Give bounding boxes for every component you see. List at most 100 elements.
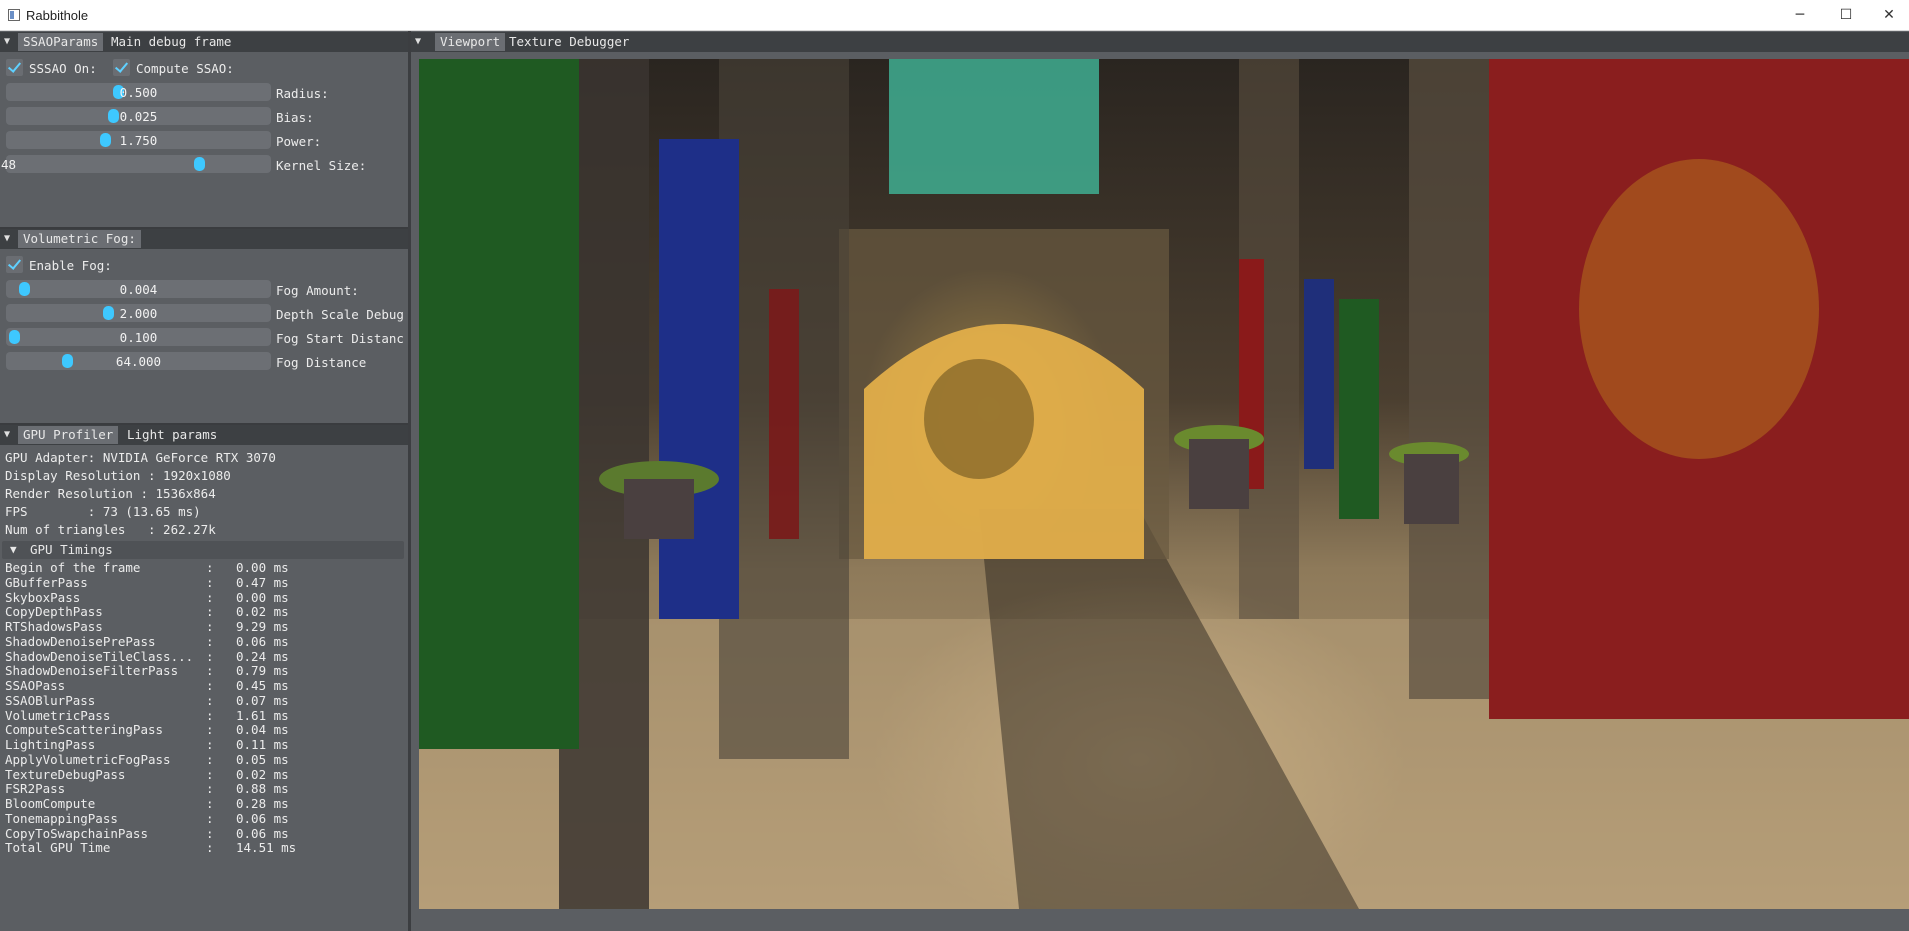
timing-value: 0.02 ms	[236, 604, 289, 620]
collapse-triangle-icon[interactable]: ▼	[4, 229, 16, 249]
bias-slider[interactable]: 0.025	[6, 107, 271, 125]
tab-main-debug-frame[interactable]: Main debug frame	[106, 33, 236, 51]
fog-amount-row: 0.004 Fog Amount:	[0, 280, 408, 300]
volumetric-fog-panel: ▼ Volumetric Fog: Enable Fog: 0.004 Fog …	[0, 229, 408, 423]
timing-value: 0.04 ms	[236, 722, 289, 738]
timing-name: VolumetricPass	[5, 707, 111, 723]
depth-scale-row: 2.000 Depth Scale Debug	[0, 304, 408, 324]
bias-label: Bias:	[276, 110, 314, 125]
timing-name: GBufferPass	[5, 574, 88, 590]
kernel-size-slider[interactable]: 48	[1, 155, 271, 173]
slider-value: 0.025	[119, 109, 158, 124]
timing-value: 0.28 ms	[236, 796, 289, 811]
timing-colon: :	[206, 751, 214, 767]
timing-colon: :	[206, 825, 214, 841]
fog-amount-slider[interactable]: 0.004	[6, 280, 271, 298]
tab-viewport[interactable]: Viewport	[435, 33, 506, 51]
depth-scale-slider[interactable]: 2.000	[6, 304, 271, 322]
render-viewport[interactable]	[419, 59, 1909, 909]
timing-value: 0.06 ms	[236, 825, 289, 841]
slider-value: 2.000	[119, 306, 158, 321]
timing-value: 0.05 ms	[236, 751, 289, 767]
slider-value: 1.750	[119, 133, 158, 148]
timing-value: 0.06 ms	[236, 633, 289, 649]
fog-start-row: 0.100 Fog Start Distanc	[0, 328, 408, 348]
minimize-icon: ─	[1795, 7, 1805, 23]
timing-colon: :	[206, 796, 214, 811]
timing-name: TextureDebugPass	[5, 766, 126, 782]
timing-colon: :	[206, 619, 214, 634]
slider-grab[interactable]	[194, 157, 205, 171]
fog-distance-label: Fog Distance	[276, 355, 367, 370]
timing-value: 0.88 ms	[236, 781, 289, 797]
timing-colon: :	[206, 589, 214, 605]
compute-ssao-checkbox[interactable]	[113, 59, 130, 76]
enable-fog-checkbox[interactable]	[6, 256, 23, 273]
maximize-button[interactable]: ☐	[1823, 0, 1869, 30]
timing-name: ApplyVolumetricFogPass	[5, 751, 171, 767]
collapse-triangle-icon[interactable]: ▼	[4, 32, 16, 52]
radius-slider[interactable]: 0.500	[6, 83, 271, 101]
power-label: Power:	[276, 134, 322, 149]
sssao-on-checkbox[interactable]	[6, 59, 23, 76]
bias-row: 0.025 Bias:	[0, 107, 408, 127]
tab-volumetric-fog[interactable]: Volumetric Fog:	[18, 230, 141, 248]
ssao-toggle-row: SSSAO On: Compute SSAO:	[0, 58, 408, 78]
timing-value: 0.11 ms	[236, 737, 289, 752]
minimize-button[interactable]: ─	[1777, 0, 1823, 30]
title-bar: Rabbithole ─ ☐ ✕	[0, 0, 1909, 31]
kernel-size-row: 48 Kernel Size:	[0, 155, 408, 175]
viewport-panel: ▼ Viewport Texture Debugger	[411, 31, 1909, 931]
triangle-count-text: Num of triangles : 262.27k	[5, 522, 216, 537]
fog-distance-slider[interactable]: 64.000	[6, 352, 271, 370]
gpu-timings-header[interactable]: ▼ GPU Timings	[2, 541, 404, 559]
tab-light-params[interactable]: Light params	[122, 426, 222, 444]
radius-label: Radius:	[276, 86, 329, 101]
compute-ssao-label: Compute SSAO:	[136, 61, 234, 76]
timing-colon: :	[206, 737, 214, 752]
depth-scale-label: Depth Scale Debug	[276, 307, 404, 322]
timing-colon: :	[206, 722, 214, 738]
timing-name: Begin of the frame	[5, 560, 141, 575]
timing-colon: :	[206, 678, 214, 693]
fog-start-slider[interactable]: 0.100	[6, 328, 271, 346]
collapse-triangle-icon[interactable]: ▼	[415, 32, 427, 52]
timing-name: FSR2Pass	[5, 781, 66, 797]
timing-name: ShadowDenoisePrePass	[5, 633, 156, 649]
gpu-profiler-panel: ▼ GPU Profiler Light params GPU Adapter:…	[0, 425, 408, 931]
timing-name: ShadowDenoiseTileClass...	[5, 648, 194, 664]
slider-value: 0.004	[119, 282, 158, 297]
timing-name: SSAOPass	[5, 678, 66, 693]
radius-row: 0.500 Radius:	[0, 83, 408, 103]
slider-value: 64.000	[115, 354, 162, 369]
sssao-on-label: SSSAO On:	[29, 61, 97, 76]
fog-tab-bar: ▼ Volumetric Fog:	[0, 229, 408, 249]
timing-colon: :	[206, 810, 214, 826]
expand-triangle-icon: ▼	[10, 543, 17, 556]
window-title: Rabbithole	[26, 8, 89, 23]
timing-value: 0.79 ms	[236, 663, 289, 679]
close-button[interactable]: ✕	[1866, 0, 1909, 30]
tab-texture-debugger[interactable]: Texture Debugger	[504, 33, 634, 51]
gpu-timings-title: GPU Timings	[30, 542, 113, 557]
timing-colon: :	[206, 574, 214, 590]
timing-colon: :	[206, 663, 214, 679]
fog-distance-row: 64.000 Fog Distance	[0, 352, 408, 372]
timing-value: 0.24 ms	[236, 648, 289, 664]
timing-colon: :	[206, 781, 214, 797]
timing-value: 0.07 ms	[236, 692, 289, 708]
profiler-tab-bar: ▼ GPU Profiler Light params	[0, 425, 408, 445]
ssao-tab-bar: ▼ SSAOParams Main debug frame	[0, 32, 408, 52]
render-resolution-text: Render Resolution : 1536x864	[5, 486, 216, 501]
fog-amount-label: Fog Amount:	[276, 283, 359, 298]
timing-value: 0.00 ms	[236, 560, 289, 575]
timing-value: 0.02 ms	[236, 766, 289, 782]
timing-value: 14.51 ms	[236, 840, 297, 856]
timing-name: RTShadowsPass	[5, 619, 103, 634]
tab-gpu-profiler[interactable]: GPU Profiler	[18, 426, 119, 444]
timing-name: ShadowDenoiseFilterPass	[5, 663, 179, 679]
power-slider[interactable]: 1.750	[6, 131, 271, 149]
collapse-triangle-icon[interactable]: ▼	[4, 425, 16, 445]
kernel-size-label: Kernel Size:	[276, 158, 367, 173]
tab-ssao-params[interactable]: SSAOParams	[18, 33, 104, 51]
